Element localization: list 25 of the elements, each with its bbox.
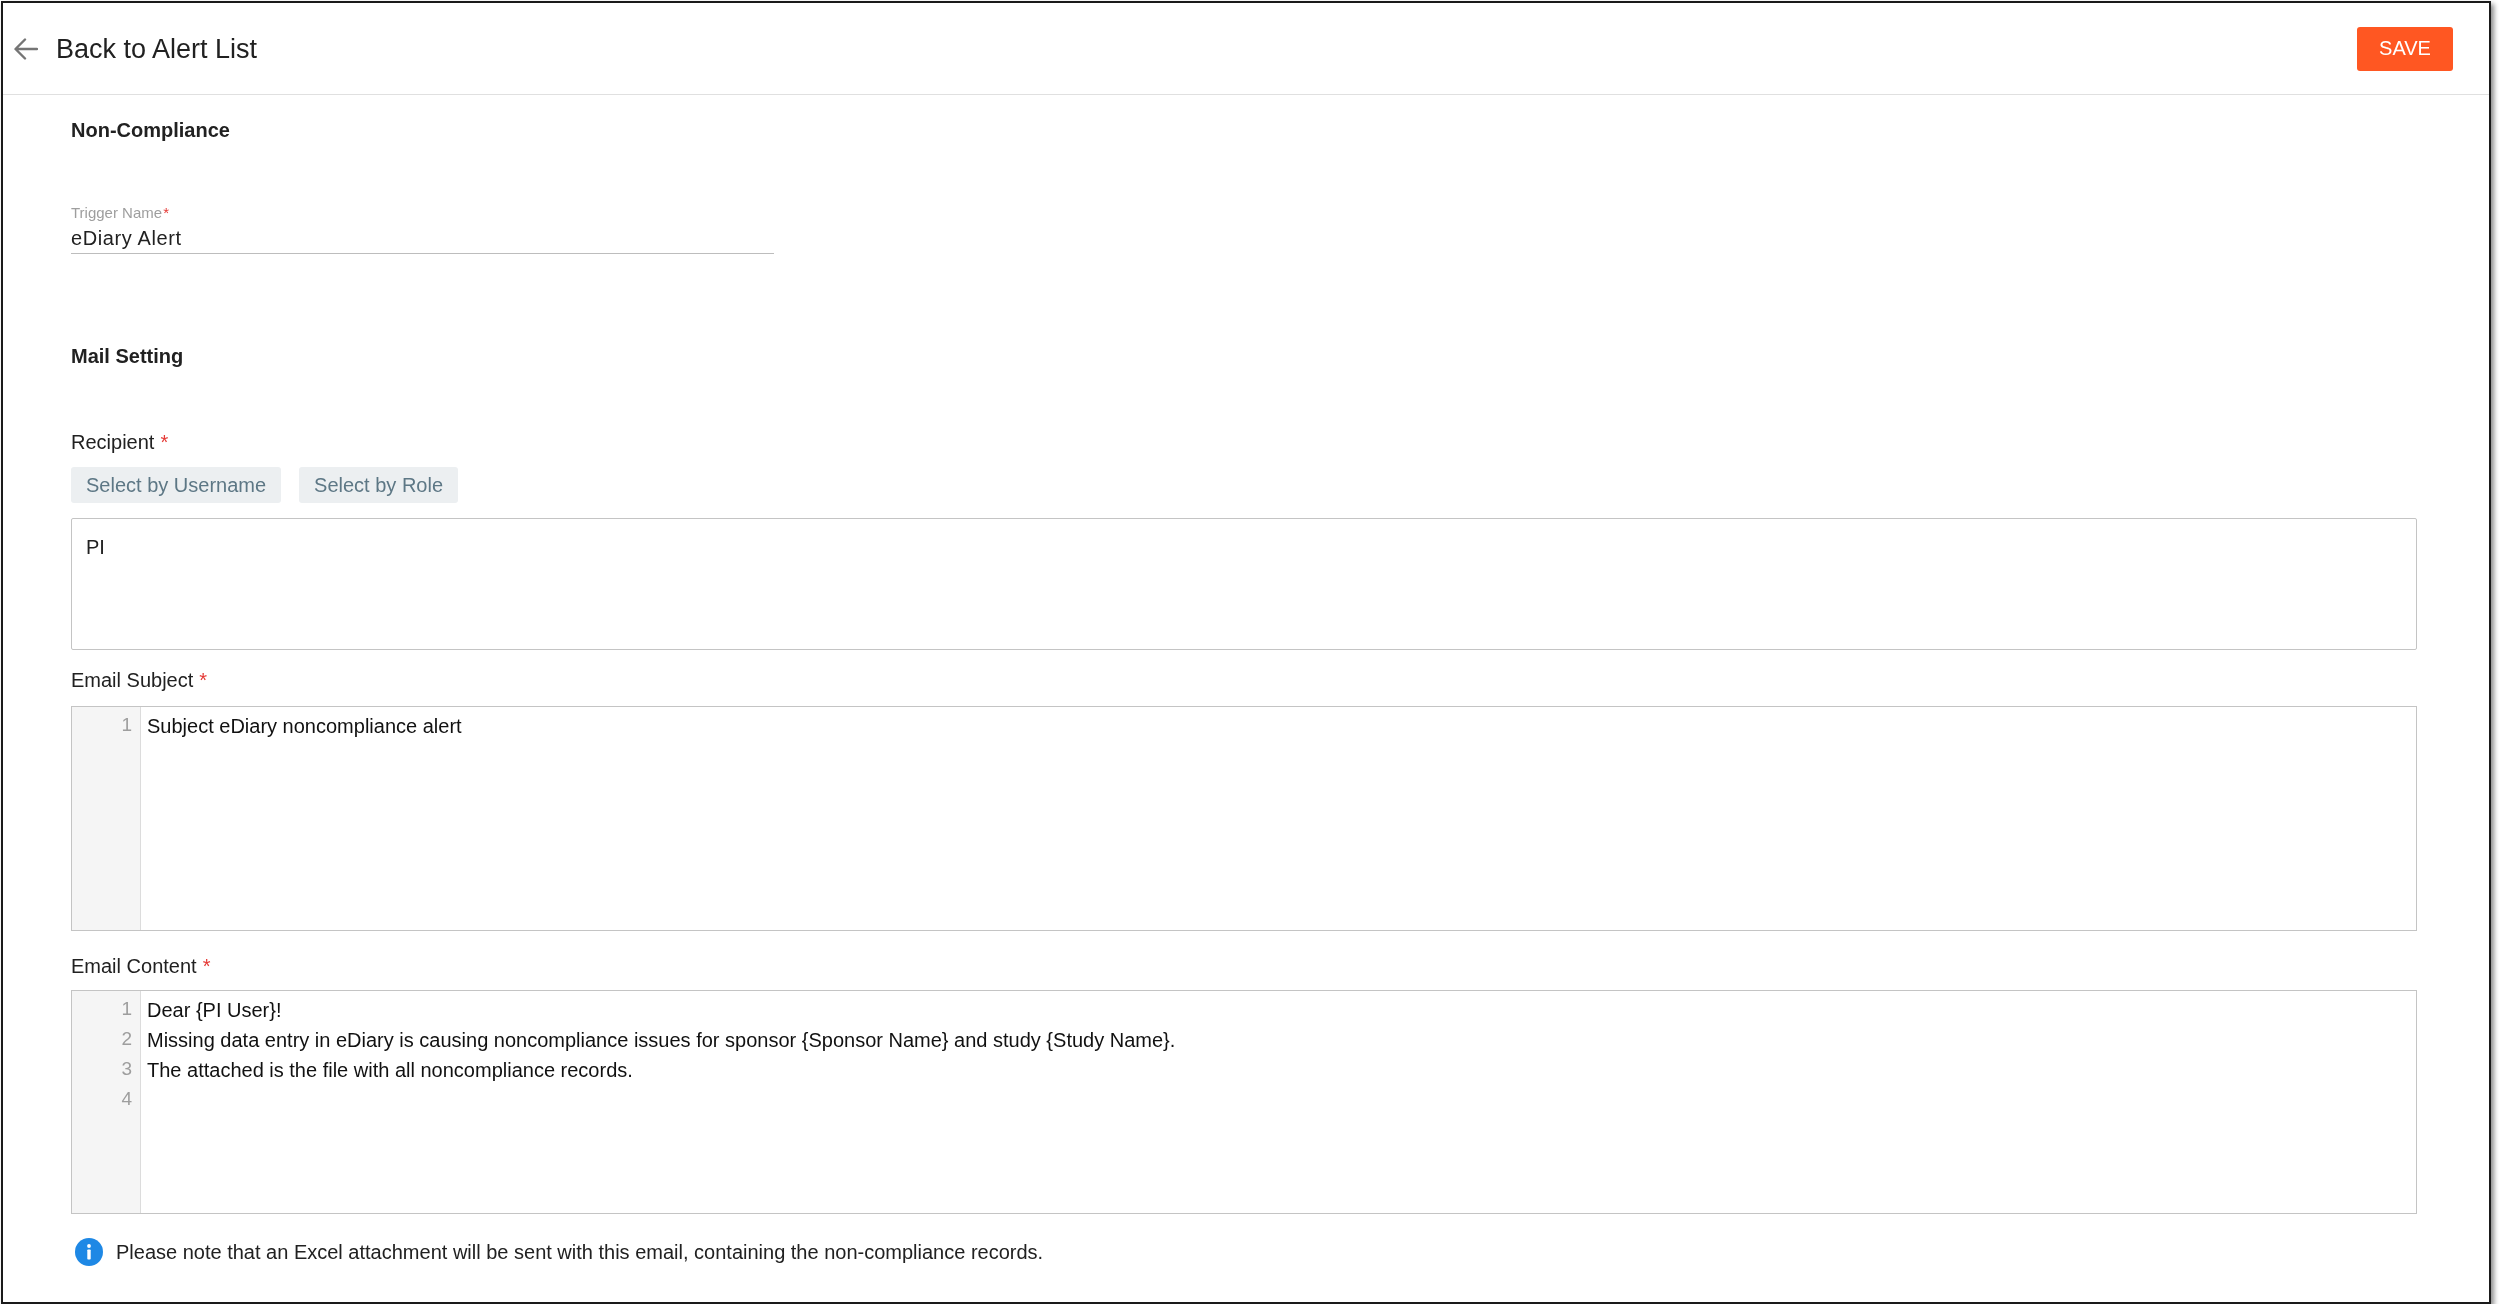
field-label: Trigger Name* <box>71 204 169 222</box>
line-number: 2 <box>121 1027 132 1051</box>
back-arrow-icon <box>14 37 38 60</box>
line-number: 3 <box>121 1057 132 1081</box>
subject-editor[interactable]: 1 Subject eDiary noncompliance alert <box>71 706 2417 931</box>
section-title: Non-Compliance <box>71 118 230 142</box>
info-icon <box>75 1238 103 1266</box>
code-line: Subject eDiary noncompliance alert <box>147 714 462 739</box>
select-button[interactable]: Select by Role <box>299 467 459 503</box>
code-line: Missing data entry in eDiary is causing noncompliance issues for sponsor {Sponsor Name} and study {Study Name}. <box>147 1028 1176 1053</box>
line-number: 1 <box>121 713 132 737</box>
field-label: Email Content * <box>71 955 211 977</box>
code-line: The attached is the file with all noncompliance records. <box>147 1058 633 1083</box>
info-note: Please note that an Excel attachment will be sent with this email, containing the non-compliance records. <box>116 1240 1044 1265</box>
section-title: Mail Setting <box>71 344 184 368</box>
recipient-field[interactable]: PI <box>71 518 2417 650</box>
line-number: 4 <box>121 1087 132 1111</box>
code-line: Dear {PI User}! <box>147 998 282 1023</box>
select-button[interactable]: Select by Username <box>71 467 282 503</box>
field-label: Recipient * <box>71 431 169 453</box>
line-number: 1 <box>121 997 132 1021</box>
content-editor[interactable]: 1 2 3 4 Dear {PI User}! Missing data entry in eDiary is causing noncompliance issues for sponsor {Sponsor Name} and study {Study Name}. The attached is the file with all noncompliance records. <box>71 990 2417 1214</box>
field-label: Email Subject * <box>71 669 208 691</box>
back-link[interactable]: Back to Alert List <box>14 32 258 65</box>
trigger-name-field[interactable]: eDiary Alert <box>71 226 774 254</box>
